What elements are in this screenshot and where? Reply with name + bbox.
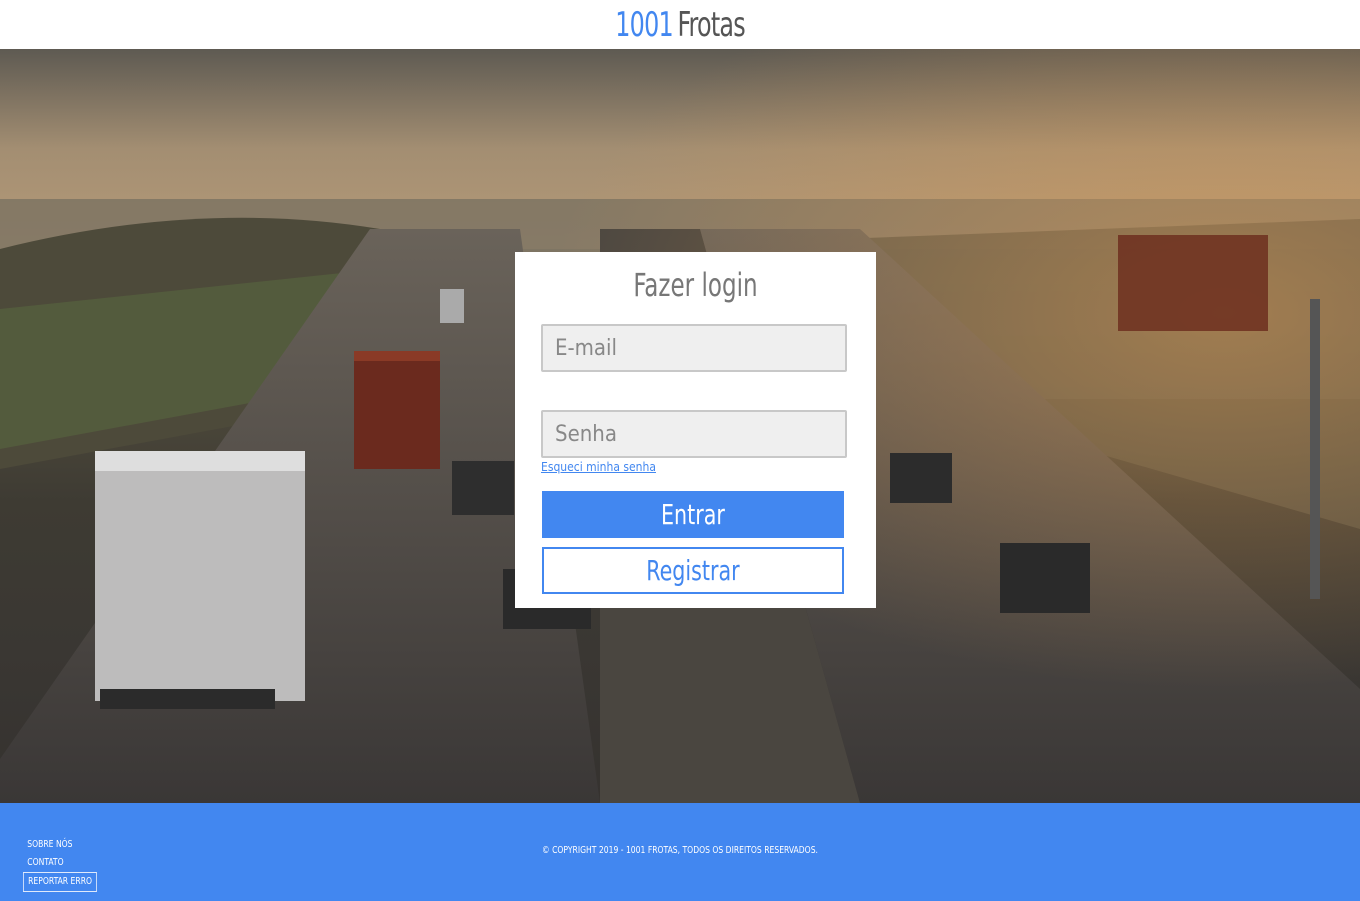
- forgot-password-link[interactable]: Esqueci minha senha: [541, 460, 656, 474]
- login-button[interactable]: Entrar: [542, 491, 844, 538]
- brand-word: Frotas: [677, 4, 745, 45]
- footer-links: SOBRE NÓS CONTATO REPORTAR ERRO: [23, 836, 110, 892]
- password-field[interactable]: [541, 410, 847, 458]
- email-field[interactable]: [541, 324, 847, 372]
- login-button-label: Entrar: [661, 498, 725, 531]
- brand-logo[interactable]: 1001 Frotas: [615, 8, 745, 42]
- footer-link-about[interactable]: SOBRE NÓS: [23, 836, 97, 854]
- login-title: Fazer login: [633, 266, 758, 304]
- footer-link-report-error[interactable]: REPORTAR ERRO: [23, 872, 98, 892]
- brand-number: 1001: [615, 4, 673, 45]
- register-button-label: Registrar: [646, 554, 740, 587]
- register-button[interactable]: Registrar: [542, 547, 844, 594]
- footer: SOBRE NÓS CONTATO REPORTAR ERRO © COPYRI…: [0, 803, 1360, 901]
- top-header: 1001 Frotas: [0, 0, 1360, 49]
- copyright-text: © COPYRIGHT 2019 - 1001 FROTAS, TODOS OS…: [541, 845, 818, 856]
- login-card: Fazer login Esqueci minha senha Entrar R…: [515, 252, 876, 608]
- footer-link-contact[interactable]: CONTATO: [23, 854, 97, 872]
